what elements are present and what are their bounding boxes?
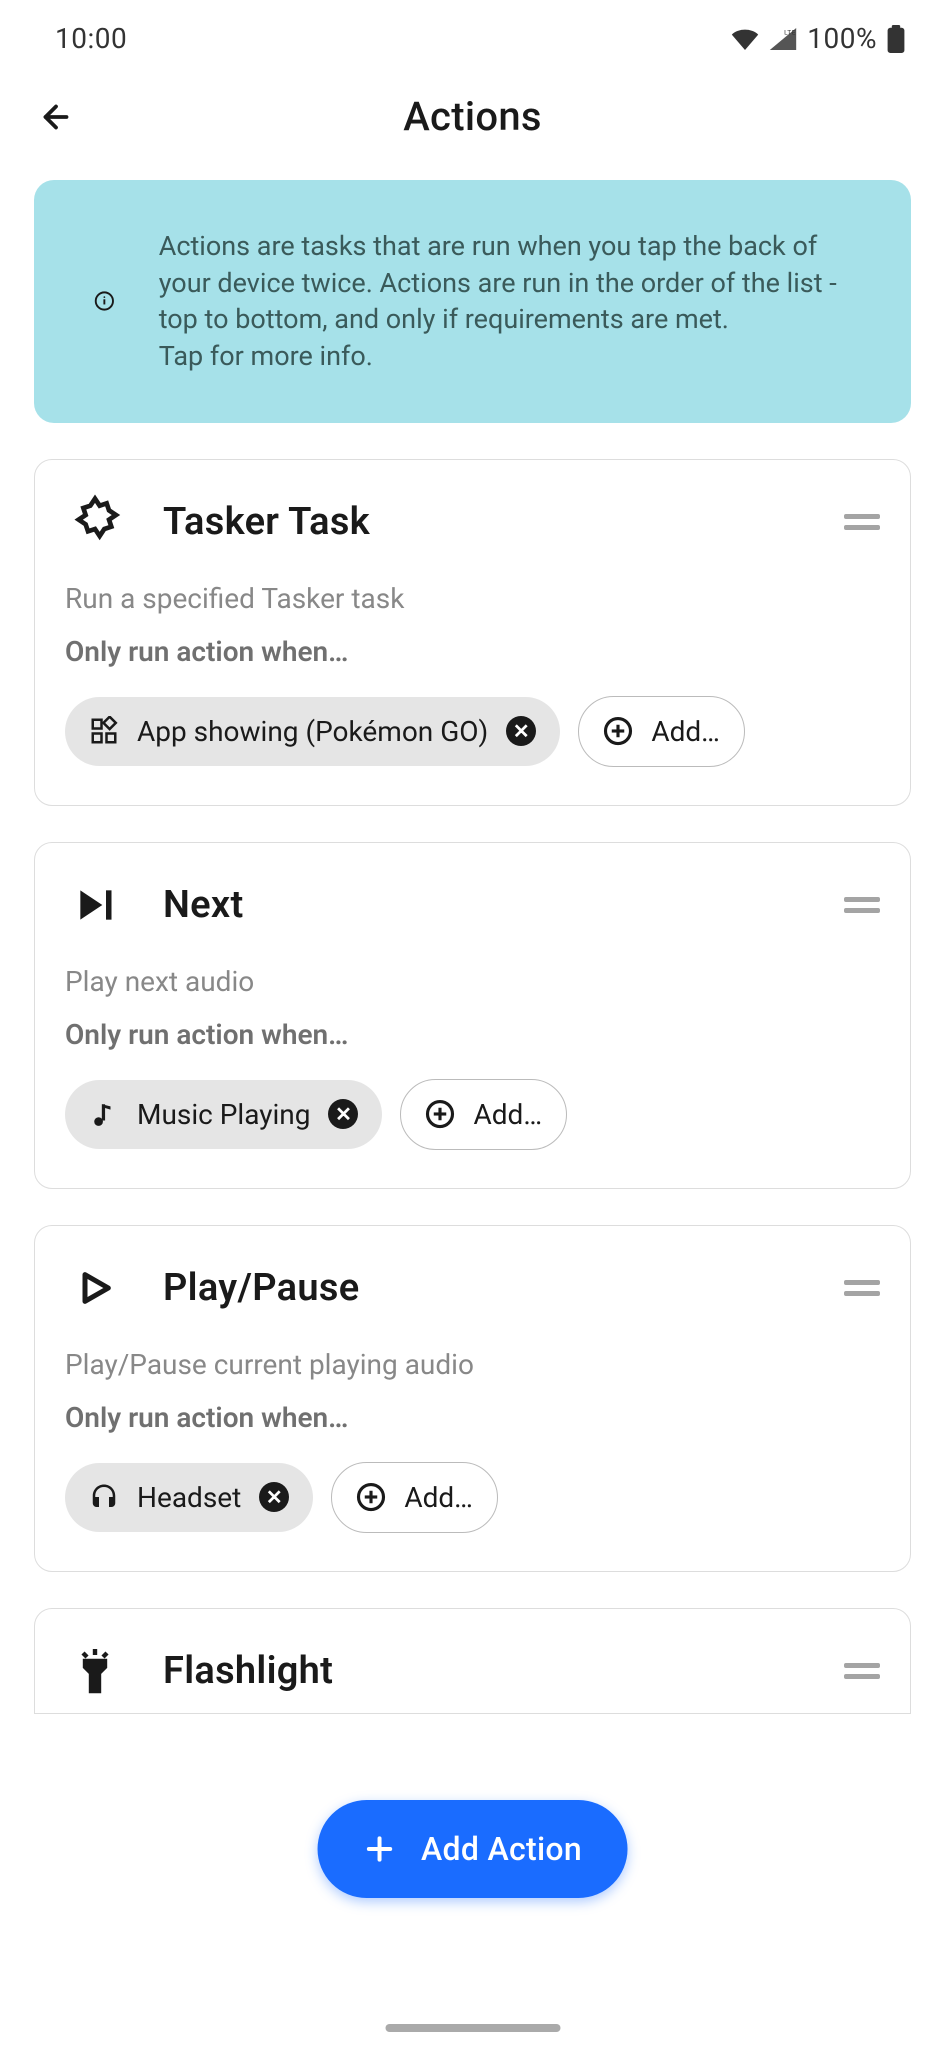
nav-bar-handle[interactable] — [385, 2024, 560, 2032]
chip-label: App showing (Pokémon GO) — [137, 715, 488, 748]
condition-label: Only run action when… — [65, 635, 880, 668]
drag-handle-icon[interactable] — [844, 1280, 880, 1296]
info-card[interactable]: Actions are tasks that are run when you … — [34, 180, 911, 423]
add-label: Add… — [404, 1481, 473, 1514]
action-card-tasker[interactable]: Tasker Task Run a specified Tasker task … — [34, 459, 911, 806]
card-description: Run a specified Tasker task — [65, 582, 880, 615]
drag-handle-icon[interactable] — [844, 514, 880, 530]
add-label: Add… — [473, 1098, 542, 1131]
fab-label: Add Action — [421, 1830, 582, 1868]
action-card-play-pause[interactable]: Play/Pause Play/Pause current playing au… — [34, 1225, 911, 1572]
card-title: Play/Pause — [163, 1266, 806, 1310]
chip-label: Headset — [137, 1481, 241, 1514]
drag-handle-icon[interactable] — [844, 1663, 880, 1679]
chip-remove-button[interactable]: ✕ — [506, 716, 536, 746]
signal-icon: LTE — [769, 28, 797, 50]
wifi-icon — [731, 28, 759, 50]
add-action-fab[interactable]: Add Action — [317, 1800, 628, 1898]
card-title: Flashlight — [163, 1649, 806, 1693]
card-header: Tasker Task — [65, 492, 880, 552]
drag-handle-icon[interactable] — [844, 897, 880, 913]
chips-row: Headset ✕ Add… — [65, 1462, 880, 1533]
status-right: LTE 100% — [731, 22, 905, 55]
flashlight-icon — [65, 1641, 125, 1701]
card-description: Play/Pause current playing audio — [65, 1348, 880, 1381]
back-button[interactable] — [38, 99, 74, 135]
card-title: Tasker Task — [163, 500, 806, 544]
chips-row: Music Playing ✕ Add… — [65, 1079, 880, 1150]
header: Actions — [0, 65, 945, 180]
music-note-icon — [89, 1099, 119, 1129]
action-card-next[interactable]: Next Play next audio Only run action whe… — [34, 842, 911, 1189]
card-description: Play next audio — [65, 965, 880, 998]
condition-chip-music-playing[interactable]: Music Playing ✕ — [65, 1080, 382, 1149]
plus-icon — [363, 1833, 395, 1865]
condition-label: Only run action when… — [65, 1018, 880, 1051]
headset-icon — [89, 1482, 119, 1512]
chip-remove-button[interactable]: ✕ — [259, 1482, 289, 1512]
condition-chip-headset[interactable]: Headset ✕ — [65, 1463, 313, 1532]
card-header: Flashlight — [65, 1641, 880, 1701]
plus-circle-icon — [603, 716, 633, 746]
add-condition-button[interactable]: Add… — [400, 1079, 567, 1150]
add-condition-button[interactable]: Add… — [578, 696, 745, 767]
card-header: Play/Pause — [65, 1258, 880, 1318]
tasker-icon — [65, 492, 125, 552]
status-time: 10:00 — [55, 22, 127, 55]
skip-next-icon — [65, 875, 125, 935]
widgets-icon — [89, 716, 119, 746]
svg-text:LTE: LTE — [784, 28, 796, 36]
play-icon — [65, 1258, 125, 1318]
plus-circle-icon — [356, 1482, 386, 1512]
action-card-flashlight[interactable]: Flashlight — [34, 1608, 911, 1714]
page-title: Actions — [34, 93, 911, 140]
condition-label: Only run action when… — [65, 1401, 880, 1434]
plus-circle-icon — [425, 1099, 455, 1129]
battery-percent: 100% — [807, 22, 877, 55]
card-header: Next — [65, 875, 880, 935]
chip-remove-button[interactable]: ✕ — [328, 1099, 358, 1129]
condition-chip-app-showing[interactable]: App showing (Pokémon GO) ✕ — [65, 697, 560, 766]
info-icon — [94, 273, 115, 329]
card-title: Next — [163, 883, 806, 927]
status-bar: 10:00 LTE 100% — [0, 0, 945, 65]
info-text: Actions are tasks that are run when you … — [159, 228, 869, 375]
chips-row: App showing (Pokémon GO) ✕ Add… — [65, 696, 880, 767]
battery-icon — [887, 25, 905, 53]
chip-label: Music Playing — [137, 1098, 310, 1131]
add-label: Add… — [651, 715, 720, 748]
add-condition-button[interactable]: Add… — [331, 1462, 498, 1533]
